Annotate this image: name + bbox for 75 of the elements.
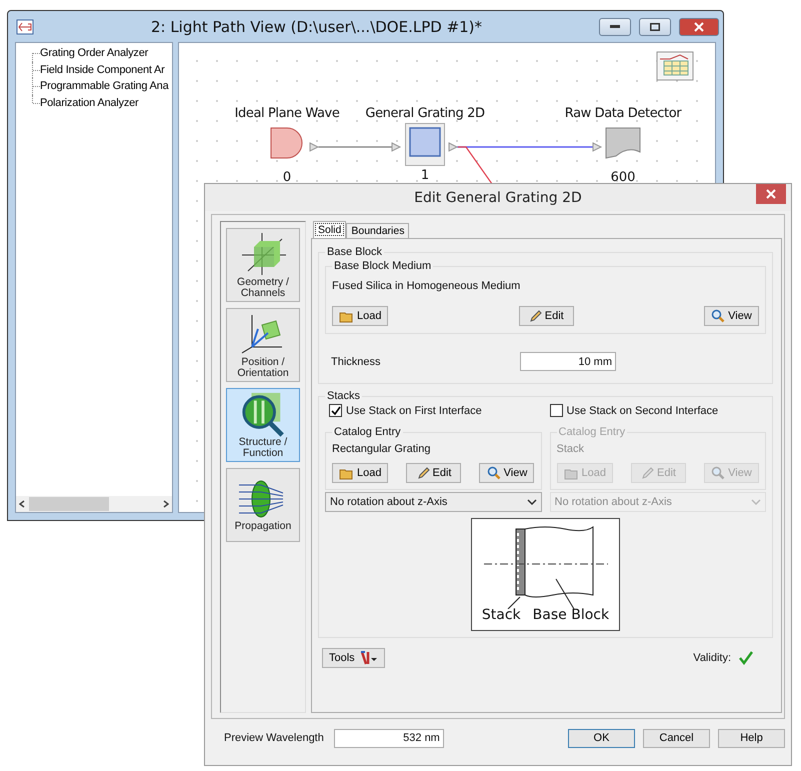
preview-wavelength-field[interactable]: 532 nm	[334, 728, 444, 748]
category-button[interactable]: Structure / Function	[226, 388, 300, 462]
app-icon	[16, 18, 34, 34]
preview-wavelength-label: Preview Wavelength	[224, 732, 324, 744]
view-button[interactable]: View	[479, 463, 534, 483]
close-button[interactable]	[679, 18, 719, 36]
node-number: 1	[420, 168, 430, 183]
close-button[interactable]	[756, 184, 786, 204]
folder-icon	[564, 466, 578, 480]
tools-button[interactable]: Tools	[322, 648, 385, 668]
catalog-entry: Stack	[556, 443, 586, 455]
category-button[interactable]: Position / Orientation	[226, 308, 300, 382]
chevron-down-icon	[751, 499, 761, 505]
checkbox-label[interactable]: Use Stack on Second Interface	[566, 404, 718, 416]
dialog-title: Edit General Grating 2D	[413, 190, 583, 206]
maximize-icon	[650, 22, 660, 30]
validity-label: Validity:	[693, 652, 731, 664]
diagram-label: Base Block	[532, 607, 610, 623]
dialog-button[interactable]: OK	[568, 728, 635, 748]
node-label: Raw Data Detector	[564, 106, 682, 121]
folder-icon	[339, 466, 354, 480]
thickness-field[interactable]: 10 mm	[520, 352, 616, 371]
category-button[interactable]: Geometry / Channels	[226, 228, 300, 302]
window-title: 2: Light Path View (D:\user\...\DOE.LPD #1)*	[150, 18, 484, 36]
checkbox[interactable]	[550, 404, 562, 417]
node-label: General Grating 2D	[365, 106, 485, 121]
group-title: Base Block	[326, 246, 384, 258]
close-icon	[766, 189, 776, 199]
node-label: Ideal Plane Wave	[234, 106, 340, 121]
node-number: 0	[282, 170, 292, 185]
tree-item[interactable]: Grating Order Analyzer	[40, 47, 148, 60]
pencil-icon	[641, 466, 654, 480]
search-icon	[486, 466, 501, 480]
catalog-entry: Rectangular Grating	[332, 443, 432, 455]
checkbox-label[interactable]: Use Stack on First Interface	[346, 404, 482, 416]
thickness-label: Thickness	[331, 356, 381, 368]
pencil-icon	[528, 310, 542, 322]
dialog-button[interactable]: Cancel	[643, 728, 710, 748]
detector-node-shape[interactable]	[605, 127, 641, 159]
close-icon	[694, 22, 704, 32]
tree-item[interactable]: Field Inside Component Ar	[40, 64, 165, 76]
diagram-label: Stack	[482, 607, 521, 623]
tab[interactable]: Boundaries	[346, 223, 410, 238]
search-icon	[711, 466, 726, 480]
maximize-button[interactable]	[639, 18, 671, 36]
component-node-shape[interactable]	[409, 127, 441, 157]
group-title: Catalog Entry	[558, 426, 626, 438]
search-icon	[711, 309, 726, 323]
tree-item[interactable]: Programmable Grating Ana	[40, 80, 168, 92]
minimize-icon	[610, 25, 620, 28]
group-title: Catalog Entry	[333, 426, 402, 438]
edit-button[interactable]: Edit	[406, 463, 462, 483]
edit-button[interactable]: Edit	[518, 306, 574, 326]
pencil-icon	[416, 466, 430, 480]
chevron-left-icon[interactable]	[19, 500, 25, 508]
rotation-dropdown[interactable]: No rotation about z-Axis	[325, 492, 542, 512]
load-button[interactable]: Load	[332, 463, 388, 483]
checkbox[interactable]	[329, 404, 342, 417]
category-button[interactable]: Propagation	[226, 468, 300, 542]
group-title: Base Block Medium	[333, 260, 432, 272]
load-button[interactable]: Load	[332, 306, 388, 326]
minimize-button[interactable]	[599, 18, 631, 36]
tab[interactable]: Solid	[313, 221, 346, 238]
horizontal-scrollbar[interactable]	[16, 496, 172, 512]
source-node-shape[interactable]	[270, 127, 304, 159]
chevron-right-icon[interactable]	[163, 500, 169, 508]
view-button[interactable]: View	[704, 306, 759, 326]
folder-icon	[339, 310, 354, 322]
node-number: 600	[610, 170, 636, 185]
medium-name: Fused Silica in Homogeneous Medium	[332, 280, 522, 292]
group-title: Stacks	[326, 390, 362, 402]
tree-item[interactable]: Polarization Analyzer	[40, 96, 139, 109]
dialog-button[interactable]: Help	[718, 728, 785, 748]
table-chart-icon[interactable]	[656, 51, 694, 81]
chevron-down-icon	[526, 499, 536, 505]
